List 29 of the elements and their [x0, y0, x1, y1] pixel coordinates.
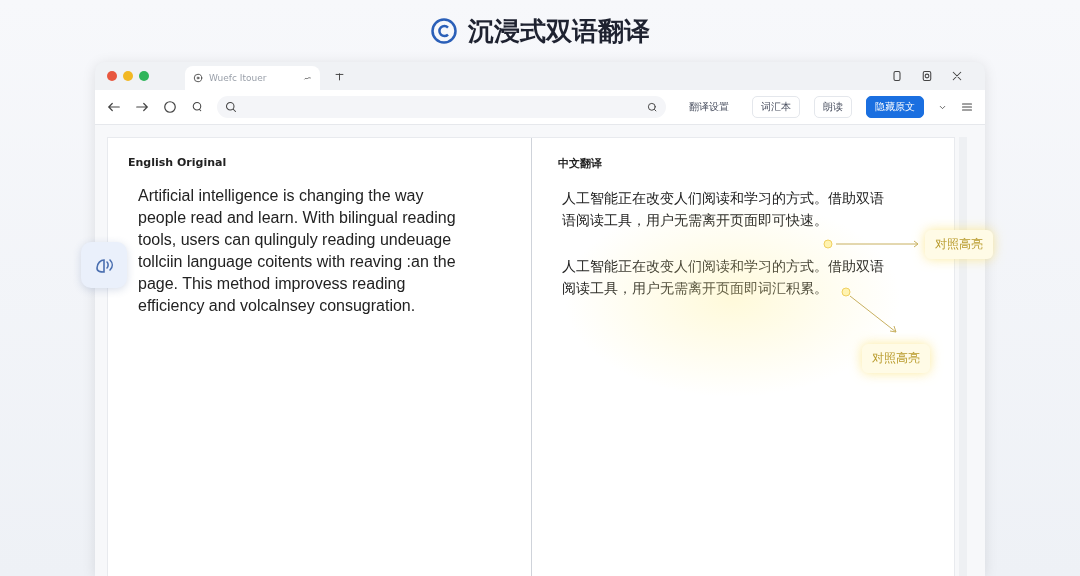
- highlight-callout: 对照高亮: [925, 230, 993, 259]
- window-icon[interactable]: [891, 70, 903, 82]
- forward-arrow-icon[interactable]: [135, 100, 149, 114]
- paragraph: 人工智能正在改变人们阅读和学习的方式。借助双语语阅读工具，用户无需离开页面即可快速。: [561, 189, 885, 230]
- panel-heading: English Original: [128, 156, 228, 169]
- tab-site-icon[interactable]: [193, 73, 203, 83]
- maximize-dot-icon[interactable]: [139, 71, 149, 81]
- toolbar-button[interactable]: 词汇本: [752, 96, 800, 118]
- new-tab-icon[interactable]: [334, 70, 345, 82]
- panel-heading: 中文翻译: [558, 156, 603, 171]
- minimize-dot-icon[interactable]: [123, 71, 133, 81]
- highlight-callout: 对照高亮: [862, 344, 930, 373]
- read-aloud-button[interactable]: [81, 242, 127, 288]
- page-title: 沉浸式双语翻译: [468, 14, 650, 48]
- leader-line: [840, 286, 900, 336]
- back-arrow-icon[interactable]: [107, 100, 121, 114]
- copyright-logo-icon: [430, 17, 458, 45]
- search-icon[interactable]: [225, 101, 237, 113]
- toolbar-button[interactable]: 朗读: [814, 96, 852, 118]
- menu-icon[interactable]: [961, 101, 973, 113]
- search-icon[interactable]: [647, 101, 658, 113]
- paragraph: 人工智能正在改变人们阅读和学习的方式。借助双语阅读工具，用户无需离开页面即词汇积累。: [561, 257, 885, 298]
- reload-icon[interactable]: [163, 100, 177, 114]
- hide-original-button[interactable]: 隐藏原文: [866, 96, 924, 118]
- close-dot-icon[interactable]: [107, 71, 117, 81]
- close-icon[interactable]: [951, 70, 963, 82]
- search-icon[interactable]: [191, 101, 203, 113]
- paragraph: Artificial intelligence is changing the way people read and learn. With bilingual reading tools, users can qulinguly reading undeuage tollciin language coitents with reaving :an the page. This method improvess reading efficiency and volcalnsey consugration.: [137, 186, 457, 316]
- tab-title: Wuefc Itouer: [209, 73, 268, 83]
